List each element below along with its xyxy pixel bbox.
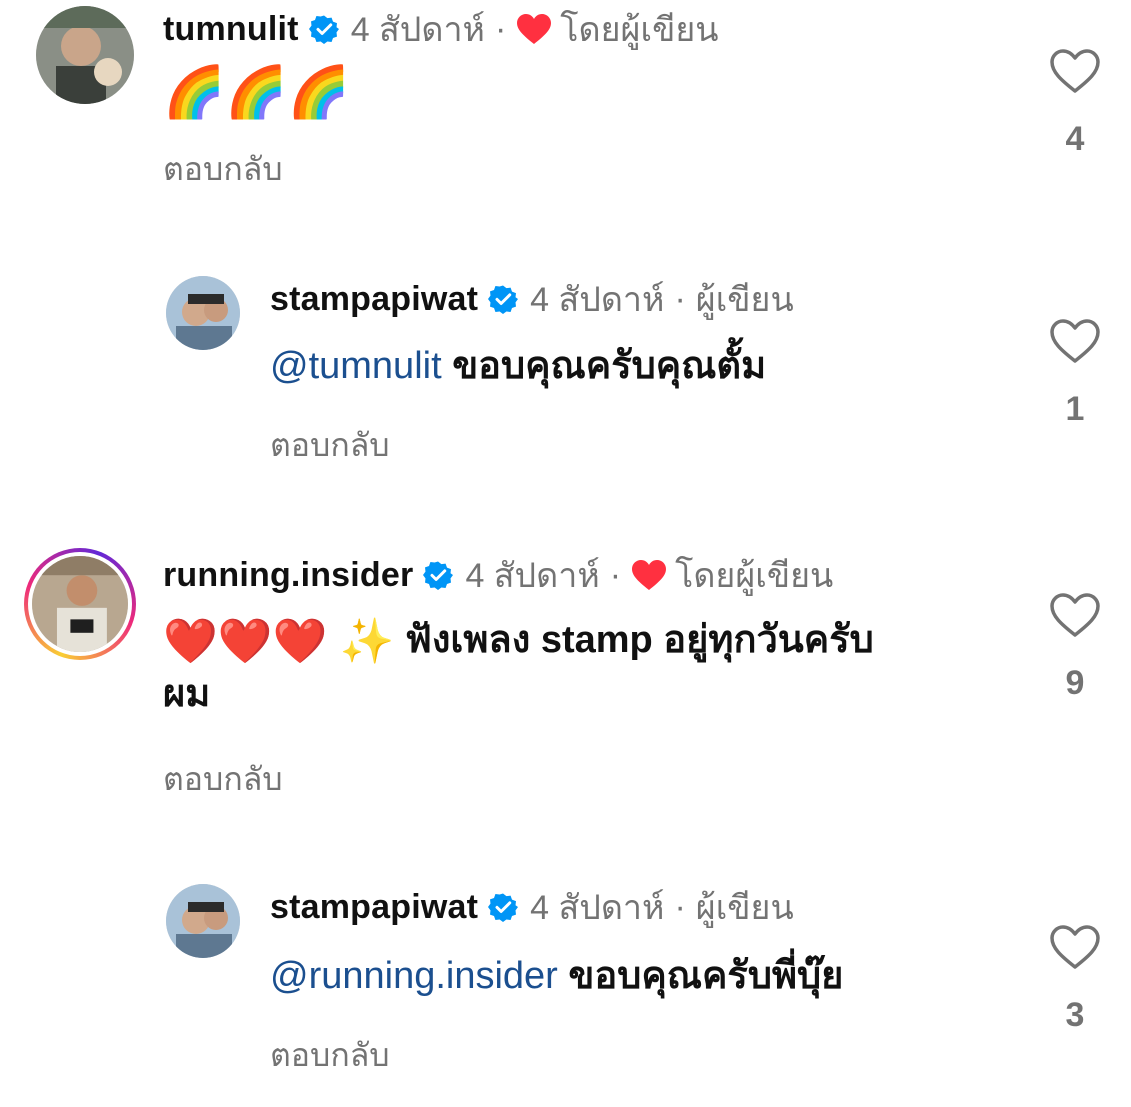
mention-link[interactable]: @running.insider [270,955,558,997]
separator-dot: · [674,887,686,926]
reply-button[interactable]: ตอบกลับ [270,1030,390,1081]
like-count: 3 [1065,996,1085,1034]
rainbow-emoji: 🌈🌈🌈 [163,63,350,120]
username[interactable]: running.insider [163,556,413,595]
reply-button[interactable]: ตอบกลับ [270,420,390,471]
story-ring-inner [28,552,132,656]
like-control[interactable]: 3 [1045,924,1105,1035]
comment-time: 4 สัปดาห์ [530,889,665,927]
comment-text: @tumnulit ขอบคุณครับคุณตั้ม [270,340,766,392]
heart-sparkle-emoji: ❤️❤️❤️ ✨ [163,616,395,666]
author-label: ผู้เขียน [695,889,794,927]
like-heart-icon[interactable] [1049,592,1101,638]
mention-link[interactable]: @tumnulit [270,345,442,387]
comment-item: running.insider 4 สัปดาห์ · โดยผู้เขียน … [0,548,1131,808]
reply-button[interactable]: ตอบกลับ [163,754,283,805]
avatar-photo-icon [166,276,240,350]
avatar-photo-icon [36,6,134,104]
like-control[interactable]: 1 [1045,318,1105,429]
like-control[interactable]: 4 [1045,48,1105,159]
like-count: 1 [1065,390,1085,428]
author-liked-heart-icon [631,559,667,591]
comment-body-line1: ฟังเพลง stamp อยู่ทุกวันครับ [404,619,874,661]
verified-badge-icon [488,892,519,922]
like-count: 9 [1065,664,1085,702]
author-label: โดยผู้เขียน [675,557,834,595]
like-count: 4 [1065,120,1085,158]
avatar[interactable] [166,884,240,958]
avatar[interactable] [32,556,128,652]
verified-badge-icon [423,560,454,590]
story-ring[interactable] [24,548,136,660]
avatar[interactable] [166,276,240,350]
like-heart-icon[interactable] [1049,48,1101,94]
author-label: ผู้เขียน [695,281,794,319]
like-heart-icon[interactable] [1049,924,1101,970]
comment-text: @running.insider ขอบคุณครับพี่บุ๊ย [270,950,843,1002]
avatar-photo-icon [166,884,240,958]
comment-body: ขอบคุณครับพี่บุ๊ย [568,955,844,997]
comment-item: stampapiwat 4 สัปดาห์ · ผู้เขียน @tumnul… [0,270,1131,470]
comment-time: 4 สัปดาห์ [350,11,485,49]
comment-text: 🌈🌈🌈 [163,62,350,118]
comment-time: 4 สัปดาห์ [465,557,600,595]
avatar-photo-icon [32,556,128,652]
comment-item: tumnulit 4 สัปดาห์ · โดยผู้เขียน 🌈🌈🌈 ตอบ… [0,0,1131,200]
author-label: โดยผู้เขียน [560,11,719,49]
separator-dot: · [674,279,686,318]
verified-badge-icon [308,14,339,44]
comment-body: ขอบคุณครับคุณตั้ม [452,345,767,387]
username[interactable]: tumnulit [163,10,299,49]
comment-body-line2: ผม [163,672,211,715]
avatar[interactable] [36,6,134,104]
like-heart-icon[interactable] [1049,318,1101,364]
comment-text: ❤️❤️❤️ ✨ ฟังเพลง stamp อยู่ทุกวันครับ ผม [163,614,983,720]
author-liked-heart-icon [516,13,552,45]
separator-dot: · [609,555,622,594]
reply-button[interactable]: ตอบกลับ [163,144,283,195]
verified-badge-icon [488,284,519,314]
comment-item: stampapiwat 4 สัปดาห์ · ผู้เขียน @runnin… [0,878,1131,1078]
comment-time: 4 สัปดาห์ [530,281,665,319]
like-control[interactable]: 9 [1045,592,1105,703]
username[interactable]: stampapiwat [270,280,478,319]
separator-dot: · [494,9,507,48]
username[interactable]: stampapiwat [270,888,478,927]
